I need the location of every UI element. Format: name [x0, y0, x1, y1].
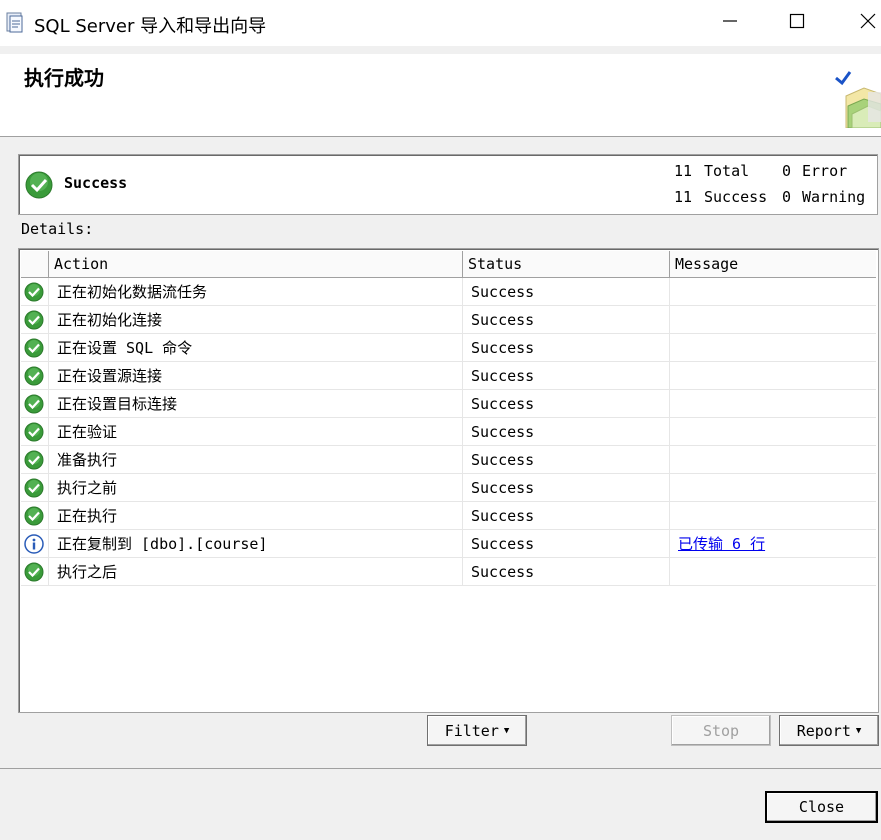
- title-bar: SQL Server 导入和导出向导: [0, 0, 881, 46]
- report-label: Report: [796, 721, 851, 740]
- status-cell: Success: [463, 306, 670, 334]
- table-row[interactable]: 执行之前 Success: [21, 474, 876, 502]
- info-icon: [21, 530, 49, 558]
- total-label: Total: [704, 162, 750, 180]
- success-label: Success: [704, 188, 768, 206]
- action-cell: 正在执行: [49, 502, 463, 530]
- message-cell: [670, 278, 876, 306]
- wizard-app-icon: [6, 12, 26, 34]
- window-title: SQL Server 导入和导出向导: [34, 16, 267, 37]
- success-icon: [21, 418, 49, 446]
- status-cell: Success: [463, 334, 670, 362]
- success-count: 11: [674, 188, 693, 206]
- message-cell: [670, 362, 876, 390]
- table-row[interactable]: 正在复制到 [dbo].[course] Success 已传输 6 行: [21, 530, 876, 558]
- column-header-icon[interactable]: [21, 251, 49, 277]
- message-cell: [670, 502, 876, 530]
- chevron-down-icon: ▼: [855, 725, 862, 736]
- action-cell: 正在验证: [49, 418, 463, 446]
- action-cell: 执行之后: [49, 558, 463, 586]
- message-cell: [670, 390, 876, 418]
- success-icon: [21, 446, 49, 474]
- minimize-button[interactable]: [700, 0, 760, 46]
- close-button[interactable]: Close: [765, 791, 878, 823]
- message-cell: [670, 446, 876, 474]
- warning-label: Warning: [802, 188, 866, 206]
- action-cell: 执行之前: [49, 474, 463, 502]
- close-window-button[interactable]: [838, 0, 881, 46]
- details-grid[interactable]: Action Status Message 正在初始化数据流任务 Success 正…: [18, 248, 879, 713]
- success-icon: [21, 306, 49, 334]
- status-cell: Success: [463, 558, 670, 586]
- success-icon: [25, 171, 53, 203]
- summary-status: Success: [64, 174, 128, 192]
- table-row[interactable]: 正在设置目标连接 Success: [21, 390, 876, 418]
- status-cell: Success: [463, 362, 670, 390]
- details-label: Details:: [21, 220, 94, 238]
- message-cell: [670, 474, 876, 502]
- filter-button[interactable]: Filter ▼: [427, 715, 527, 746]
- table-row[interactable]: 正在初始化连接 Success: [21, 306, 876, 334]
- status-cell: Success: [463, 446, 670, 474]
- column-header-action[interactable]: Action: [49, 251, 463, 277]
- status-cell: Success: [463, 278, 670, 306]
- filter-label: Filter: [444, 721, 499, 740]
- action-cell: 正在设置目标连接: [49, 390, 463, 418]
- table-row[interactable]: 正在执行 Success: [21, 502, 876, 530]
- action-cell: 正在复制到 [dbo].[course]: [49, 530, 463, 558]
- status-cell: Success: [463, 530, 670, 558]
- message-cell: [670, 334, 876, 362]
- message-cell: [670, 306, 876, 334]
- column-header-status[interactable]: Status: [463, 251, 670, 277]
- success-icon: [21, 278, 49, 306]
- message-cell: [670, 558, 876, 586]
- action-cell: 正在设置源连接: [49, 362, 463, 390]
- success-icon: [21, 502, 49, 530]
- summary-stats: 11 Total 0 Error 11 Success 0 Warning: [674, 158, 865, 210]
- table-row[interactable]: 正在初始化数据流任务 Success: [21, 278, 876, 306]
- action-cell: 正在设置 SQL 命令: [49, 334, 463, 362]
- minimize-icon: [722, 13, 738, 33]
- stop-button[interactable]: Stop: [671, 715, 771, 746]
- action-cell: 正在初始化连接: [49, 306, 463, 334]
- table-row[interactable]: 正在验证 Success: [21, 418, 876, 446]
- success-icon: [21, 362, 49, 390]
- table-row[interactable]: 执行之后 Success: [21, 558, 876, 586]
- warning-count: 0: [782, 188, 792, 206]
- success-icon: [21, 390, 49, 418]
- status-cell: Success: [463, 390, 670, 418]
- action-cell: 正在初始化数据流任务: [49, 278, 463, 306]
- success-icon: [21, 334, 49, 362]
- table-row[interactable]: 正在设置源连接 Success: [21, 362, 876, 390]
- message-link[interactable]: 已传输 6 行: [678, 535, 765, 553]
- stop-label: Stop: [702, 721, 740, 740]
- message-cell[interactable]: 已传输 6 行: [670, 530, 876, 558]
- wizard-header: 执行成功: [0, 54, 881, 137]
- action-cell: 准备执行: [49, 446, 463, 474]
- success-icon: [21, 558, 49, 586]
- status-cell: Success: [463, 418, 670, 446]
- status-cell: Success: [463, 502, 670, 530]
- page-title: 执行成功: [24, 66, 104, 90]
- close-label: Close: [798, 798, 845, 816]
- grid-header: Action Status Message: [21, 251, 876, 278]
- report-button[interactable]: Report ▼: [779, 715, 879, 746]
- footer-divider: [0, 768, 881, 769]
- maximize-icon: [789, 13, 805, 33]
- summary-panel: Success 11 Total 0 Error 11 Success 0 Wa…: [18, 154, 878, 215]
- table-row[interactable]: 正在设置 SQL 命令 Success: [21, 334, 876, 362]
- wizard-success-icon: [834, 66, 881, 129]
- error-count: 0: [782, 162, 792, 180]
- success-icon: [21, 474, 49, 502]
- chevron-down-icon: ▼: [503, 725, 510, 736]
- message-cell: [670, 418, 876, 446]
- column-header-message[interactable]: Message: [670, 251, 876, 277]
- table-row[interactable]: 准备执行 Success: [21, 446, 876, 474]
- close-icon: [860, 13, 876, 33]
- error-label: Error: [802, 162, 848, 180]
- maximize-button[interactable]: [767, 0, 827, 46]
- total-count: 11: [674, 162, 693, 180]
- status-cell: Success: [463, 474, 670, 502]
